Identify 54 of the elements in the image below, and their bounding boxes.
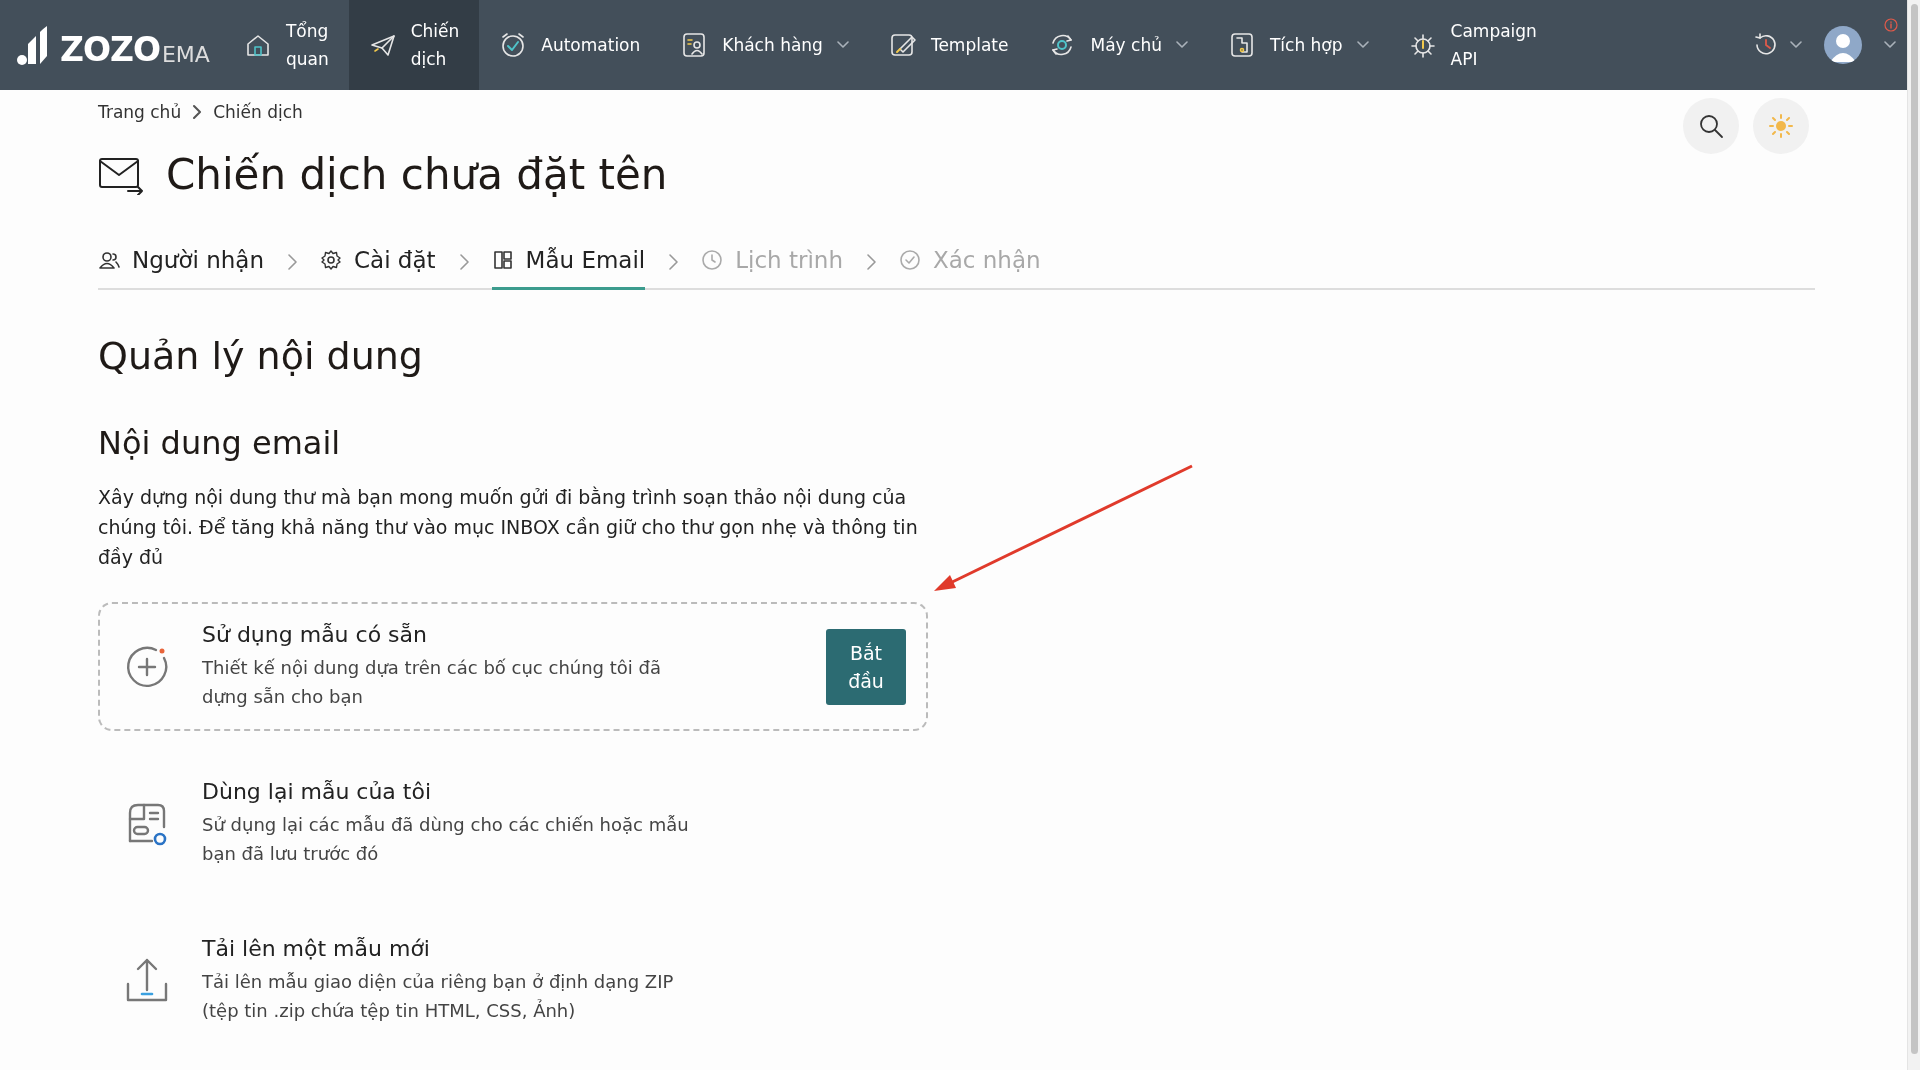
option-card[interactable]: Tải lên một mẫu mới Tải lên mẫu giao diện của riêng bạn ở định dạng ZIP (tệp tin .zip chứa tệp tin HTML, CSS, Ảnh)	[98, 916, 928, 1045]
scrollbar-thumb[interactable]	[1911, 4, 1918, 1054]
step-tab[interactable]: Người nhận	[98, 235, 264, 290]
breadcrumb-link[interactable]: Chiến dịch	[213, 102, 303, 122]
option-description: Sử dụng lại các mẫu đã dùng cho các chiến hoặc mẫu bạn đã lưu trước đó	[202, 813, 690, 866]
logo-suffix[interactable]: EMA	[161, 44, 210, 66]
avatar[interactable]	[1824, 26, 1862, 64]
caret-icon	[836, 41, 849, 49]
section-subheading: Nội dung email	[98, 424, 342, 462]
layout-grid-icon	[491, 249, 514, 271]
option-title: Tải lên một mẫu mới	[202, 936, 431, 961]
nav-item[interactable]: Khách hàng	[660, 0, 869, 90]
option-description: Thiết kế nội dung dựa trên các bố cục chúng tôi đã dựng sẵn cho bạn	[202, 656, 662, 709]
option-title: Sử dụng mẫu có sẵn	[202, 622, 428, 647]
chevron-right-icon	[286, 252, 298, 271]
option-card[interactable]: Sử dụng mẫu có sẵn Thiết kế nội dung dựa trên các bố cục chúng tôi đã dựng sẵn cho bạn Bắt đầu	[98, 602, 928, 731]
description-text: Xây dựng nội dung thư mà bạn mong muốn gửi đi bằng trình soạn thảo nội dung của chúng tôi. Để tăng khả năng thư vào mục INBOX cần giữ cho thư gọn nhẹ và thông tin đầy đủ	[98, 485, 918, 570]
nav-item[interactable]: Tổng quan	[223, 0, 349, 90]
start-button[interactable]: Bắt đầu	[826, 628, 906, 705]
chevron-right-icon	[457, 252, 470, 271]
step-tab[interactable]: Cài đặt	[320, 235, 436, 290]
scrollbar[interactable]	[1907, 0, 1920, 1070]
check-circle-icon	[898, 249, 921, 271]
nav-item[interactable]: Automation	[479, 0, 661, 90]
search-button[interactable]	[1683, 98, 1739, 154]
caret-icon	[1356, 41, 1369, 49]
page-title: Chiến dịch chưa đặt tên	[166, 150, 668, 199]
pencil-edit-icon	[888, 31, 917, 59]
caret-icon	[1175, 41, 1188, 49]
chevron-right-icon	[191, 103, 204, 121]
gear-icon	[320, 249, 342, 271]
logo-wordmark[interactable]: ZOZO	[60, 33, 160, 66]
sun-icon	[1767, 112, 1795, 140]
caret-icon	[1790, 41, 1802, 49]
nav-item[interactable]: Máy chủ	[1028, 0, 1208, 90]
theme-toggle-button[interactable]	[1753, 98, 1809, 154]
nav-item[interactable]: Campaign API	[1388, 0, 1557, 90]
gear-icon	[1408, 31, 1437, 59]
option-card[interactable]: Dùng lại mẫu của tôi Sử dụng lại các mẫu đã dùng cho các chiến hoặc mẫu bạn đã lưu trước đó	[98, 759, 928, 888]
people-icon	[98, 249, 120, 271]
search-icon	[1697, 112, 1725, 140]
nav-item[interactable]: Chiến dịch	[348, 0, 480, 90]
nav-item[interactable]: Template	[868, 0, 1029, 90]
nav-item[interactable]: Tích hợp	[1207, 0, 1389, 90]
option-title: Dùng lại mẫu của tôi	[202, 779, 433, 804]
clock-icon	[701, 249, 724, 271]
caret-icon	[1884, 41, 1896, 49]
section-heading: Quản lý nội dung	[98, 334, 424, 378]
breadcrumb-link[interactable]: Trang chủ	[98, 102, 182, 122]
step-tab[interactable]: Mẫu Email	[491, 235, 646, 290]
chevron-right-icon	[667, 252, 680, 271]
info-icon	[1884, 18, 1898, 32]
option-description: Tải lên mẫu giao diện của riêng bạn ở định dạng ZIP (tệp tin .zip chứa tệp tin HTML, CSS, Ảnh)	[202, 970, 675, 1023]
chevron-right-icon	[864, 252, 877, 271]
